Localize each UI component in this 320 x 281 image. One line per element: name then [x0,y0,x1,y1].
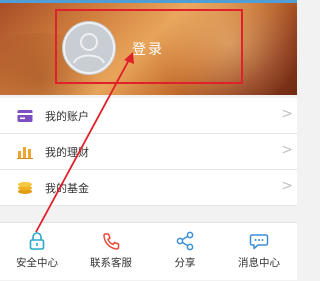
tab-label: 安全中心 [16,257,58,269]
chat-bubble-icon [249,234,269,250]
bar-chart-icon [17,147,33,159]
tab-label: 消息中心 [238,257,280,269]
menu-item-wealth[interactable]: 我的理财 > [0,134,297,170]
chevron-right-icon: > [281,142,293,158]
tab-label: 联系客服 [90,257,132,269]
menu-item-label: 我的理财 [45,146,89,159]
menu-item-label: 我的基金 [45,182,89,195]
tab-share[interactable]: 分享 [148,223,222,281]
menu-item-account[interactable]: 我的账户 > [0,98,297,134]
lock-icon [29,232,45,250]
account-card-icon [17,110,33,122]
tab-label: 分享 [174,257,196,269]
tab-message-center[interactable]: 消息中心 [222,223,296,281]
bottom-tab-bar: 安全中心 联系客服 分享 消息中心 [0,222,297,280]
tab-contact-service[interactable]: 联系客服 [74,223,148,281]
menu-item-label: 我的账户 [45,110,89,123]
phone-icon [103,233,120,250]
tab-security-center[interactable]: 安全中心 [0,223,74,281]
account-menu: 我的账户 > 我的理财 > 我的基金 > [0,98,297,206]
highlight-box [55,9,243,84]
chevron-right-icon: > [281,178,293,194]
chevron-right-icon: > [281,106,293,122]
coins-stack-icon [18,182,32,194]
menu-item-fund[interactable]: 我的基金 > [0,170,297,206]
share-icon [176,231,194,251]
